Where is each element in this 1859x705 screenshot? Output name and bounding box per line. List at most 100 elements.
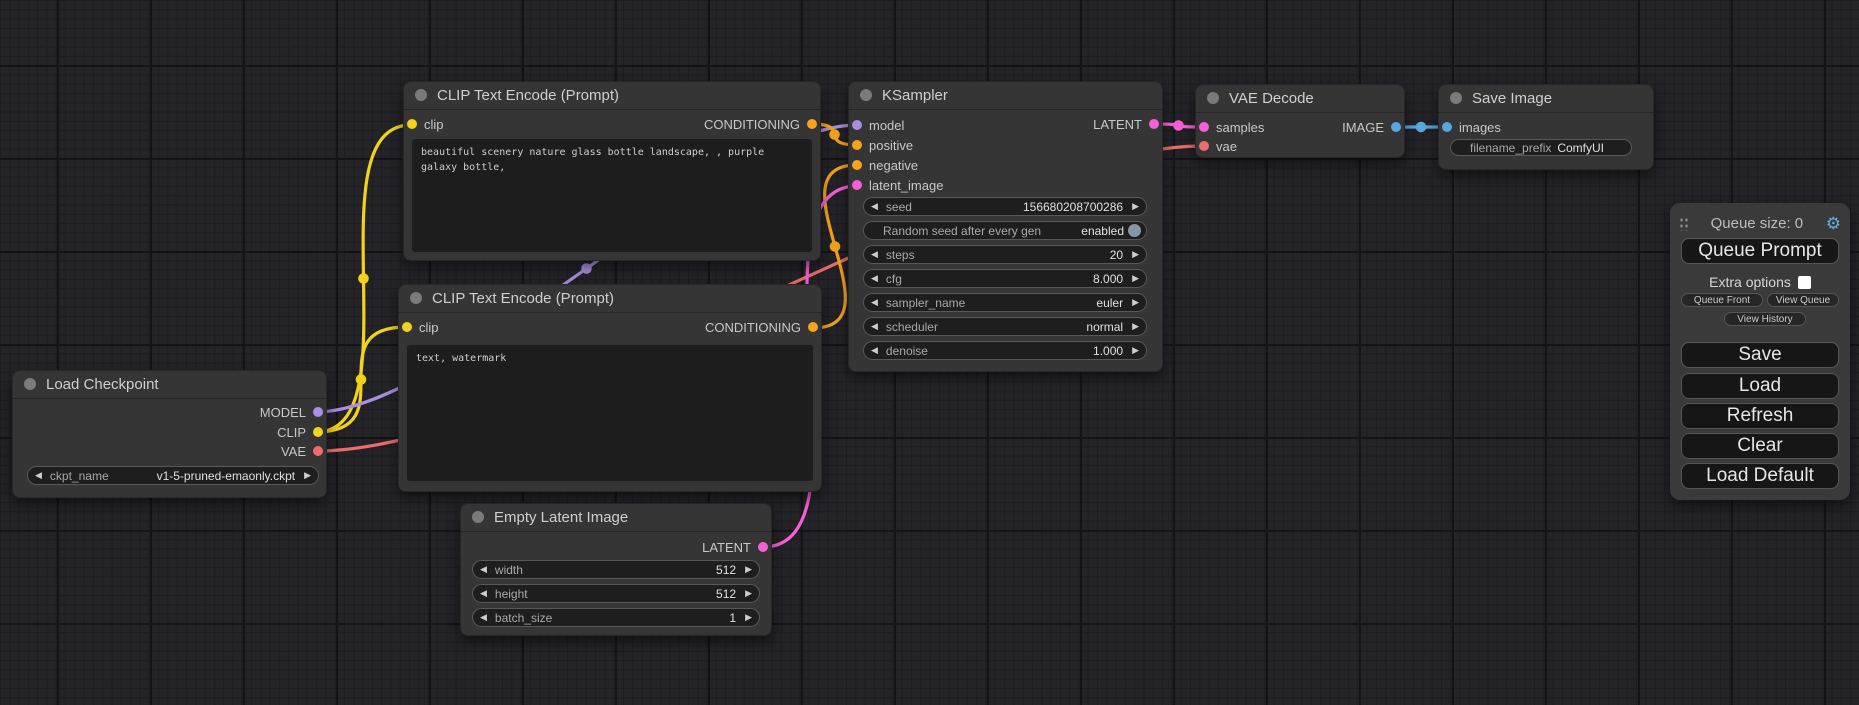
- conditioning-output-dot[interactable]: [808, 322, 818, 332]
- latent-input-dot[interactable]: [852, 180, 862, 190]
- vae-input-dot[interactable]: [1199, 141, 1209, 151]
- input-slot-images[interactable]: images: [1442, 118, 1501, 136]
- gear-icon[interactable]: ⚙: [1826, 215, 1841, 232]
- collapse-dot-icon[interactable]: [860, 89, 872, 101]
- decrement-arrow-icon[interactable]: ◀: [871, 274, 878, 283]
- prompt-textarea[interactable]: text, watermark: [407, 345, 813, 481]
- increment-arrow-icon[interactable]: ▶: [1132, 250, 1139, 259]
- conditioning-input-dot[interactable]: [852, 140, 862, 150]
- latent-input-dot[interactable]: [1199, 122, 1209, 132]
- output-slot-image[interactable]: IMAGE: [1342, 118, 1401, 136]
- clip-input-dot[interactable]: [402, 322, 412, 332]
- increment-arrow-icon[interactable]: ▶: [745, 613, 752, 622]
- widget-random-seed-toggle[interactable]: Random seed after every gen enabled: [863, 221, 1147, 240]
- node-vae-decode[interactable]: VAE Decode samples vae IMAGE: [1195, 84, 1405, 158]
- decrement-arrow-icon[interactable]: ◀: [871, 202, 878, 211]
- latent-output-dot[interactable]: [1149, 119, 1159, 129]
- model-input-dot[interactable]: [852, 120, 862, 130]
- widget-height[interactable]: ◀ height 512 ▶: [472, 584, 760, 603]
- collapse-dot-icon[interactable]: [472, 511, 484, 523]
- output-slot-clip[interactable]: CLIP: [277, 423, 323, 441]
- input-slot-latent-image[interactable]: latent_image: [852, 176, 943, 194]
- collapse-dot-icon[interactable]: [1207, 92, 1219, 104]
- prompt-textarea[interactable]: beautiful scenery nature glass bottle la…: [412, 139, 812, 252]
- model-output-dot[interactable]: [313, 407, 323, 417]
- widget-batch-size[interactable]: ◀ batch_size 1 ▶: [472, 608, 760, 627]
- output-slot-conditioning[interactable]: CONDITIONING: [704, 115, 817, 133]
- latent-output-dot[interactable]: [758, 542, 768, 552]
- clip-output-dot[interactable]: [313, 427, 323, 437]
- link-midpoint-dot-cond1-to-positive[interactable]: [829, 129, 840, 140]
- widget-width[interactable]: ◀ width 512 ▶: [472, 560, 760, 579]
- decrement-arrow-icon[interactable]: ◀: [871, 346, 878, 355]
- load-default-button[interactable]: Load Default: [1681, 463, 1839, 489]
- widget-filename-prefix[interactable]: filename_prefix ComfyUI: [1450, 139, 1632, 156]
- decrement-arrow-icon[interactable]: ◀: [480, 565, 487, 574]
- input-slot-samples[interactable]: samples: [1199, 118, 1264, 136]
- widget-cfg[interactable]: ◀ cfg 8.000 ▶: [863, 269, 1147, 288]
- widget-scheduler[interactable]: ◀ scheduler normal ▶: [863, 317, 1147, 336]
- clear-button[interactable]: Clear: [1681, 433, 1839, 459]
- node-empty-latent-image[interactable]: Empty Latent Image LATENT ◀ width 512 ▶ …: [460, 503, 772, 636]
- node-ksampler[interactable]: KSampler model positive negative latent_…: [848, 81, 1163, 372]
- load-button[interactable]: Load: [1681, 373, 1839, 399]
- output-slot-vae[interactable]: VAE: [281, 442, 323, 460]
- image-input-dot[interactable]: [1442, 122, 1452, 132]
- input-slot-clip[interactable]: clip: [402, 318, 439, 336]
- link-midpoint-dot-clip-to-clip2[interactable]: [356, 374, 367, 385]
- toggle-knob-icon[interactable]: [1128, 224, 1141, 237]
- input-slot-positive[interactable]: positive: [852, 136, 913, 154]
- output-slot-conditioning[interactable]: CONDITIONING: [705, 318, 818, 336]
- save-button[interactable]: Save: [1681, 342, 1839, 368]
- decrement-arrow-icon[interactable]: ◀: [871, 322, 878, 331]
- node-clip-text-encode-negative[interactable]: CLIP Text Encode (Prompt) clip CONDITION…: [398, 284, 822, 492]
- increment-arrow-icon[interactable]: ▶: [745, 565, 752, 574]
- node-title-bar[interactable]: CLIP Text Encode (Prompt): [398, 284, 822, 313]
- input-slot-clip[interactable]: clip: [407, 115, 444, 133]
- increment-arrow-icon[interactable]: ▶: [1132, 202, 1139, 211]
- node-title-bar[interactable]: KSampler: [848, 81, 1163, 110]
- output-slot-latent[interactable]: LATENT: [1093, 115, 1159, 133]
- view-history-button[interactable]: View History: [1724, 312, 1806, 326]
- input-slot-model[interactable]: model: [852, 116, 904, 134]
- increment-arrow-icon[interactable]: ▶: [1132, 346, 1139, 355]
- widget-denoise[interactable]: ◀ denoise 1.000 ▶: [863, 341, 1147, 360]
- widget-sampler-name[interactable]: ◀ sampler_name euler ▶: [863, 293, 1147, 312]
- decrement-arrow-icon[interactable]: ◀: [35, 471, 42, 480]
- conditioning-input-dot[interactable]: [852, 160, 862, 170]
- node-title-bar[interactable]: Empty Latent Image: [460, 503, 772, 532]
- increment-arrow-icon[interactable]: ▶: [304, 471, 311, 480]
- node-title-bar[interactable]: VAE Decode: [1195, 84, 1405, 113]
- link-midpoint-dot-model-to-ksampler[interactable]: [581, 263, 592, 274]
- decrement-arrow-icon[interactable]: ◀: [871, 298, 878, 307]
- output-slot-model[interactable]: MODEL: [260, 403, 323, 421]
- node-title-bar[interactable]: CLIP Text Encode (Prompt): [403, 81, 821, 110]
- collapse-dot-icon[interactable]: [415, 89, 427, 101]
- image-output-dot[interactable]: [1391, 122, 1401, 132]
- queue-prompt-button[interactable]: Queue Prompt: [1681, 238, 1839, 264]
- output-slot-latent[interactable]: LATENT: [702, 538, 768, 556]
- widget-seed[interactable]: ◀ seed 156680208700286 ▶: [863, 197, 1147, 216]
- conditioning-output-dot[interactable]: [807, 119, 817, 129]
- decrement-arrow-icon[interactable]: ◀: [871, 250, 878, 259]
- queue-panel[interactable]: Queue size: 0 ⚙ Queue Prompt Extra optio…: [1670, 203, 1850, 500]
- link-midpoint-dot-ksampler-to-samples[interactable]: [1173, 120, 1184, 131]
- drag-handle-icon[interactable]: [1679, 216, 1688, 231]
- increment-arrow-icon[interactable]: ▶: [1132, 274, 1139, 283]
- node-clip-text-encode-positive[interactable]: CLIP Text Encode (Prompt) clip CONDITION…: [403, 81, 821, 261]
- increment-arrow-icon[interactable]: ▶: [1132, 322, 1139, 331]
- increment-arrow-icon[interactable]: ▶: [745, 589, 752, 598]
- extra-options-checkbox[interactable]: [1798, 276, 1811, 289]
- node-title-bar[interactable]: Save Image: [1438, 84, 1654, 113]
- clip-input-dot[interactable]: [407, 119, 417, 129]
- widget-ckpt-name[interactable]: ◀ ckpt_name v1-5-pruned-emaonly.ckpt ▶: [27, 466, 319, 485]
- increment-arrow-icon[interactable]: ▶: [1132, 298, 1139, 307]
- vae-output-dot[interactable]: [313, 446, 323, 456]
- decrement-arrow-icon[interactable]: ◀: [480, 613, 487, 622]
- node-load-checkpoint[interactable]: Load Checkpoint MODEL CLIP VAE ◀ ckpt_na…: [12, 370, 327, 498]
- widget-steps[interactable]: ◀ steps 20 ▶: [863, 245, 1147, 264]
- view-queue-button[interactable]: View Queue: [1767, 293, 1839, 307]
- node-title-bar[interactable]: Load Checkpoint: [12, 370, 327, 399]
- link-midpoint-dot-cond2-to-negative[interactable]: [830, 241, 841, 252]
- input-slot-vae[interactable]: vae: [1199, 137, 1237, 155]
